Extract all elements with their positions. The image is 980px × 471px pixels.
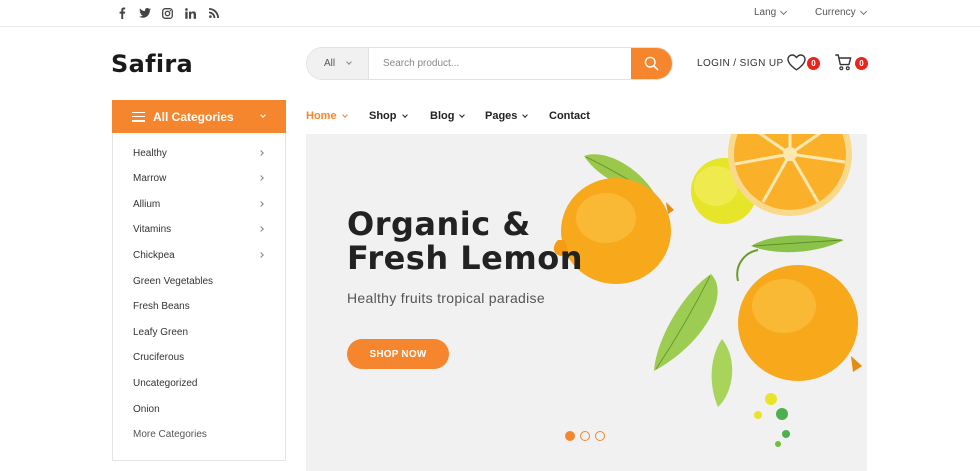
categories-title: All Categories <box>153 109 234 124</box>
site-logo[interactable]: Safira <box>111 50 193 78</box>
wishlist-button[interactable]: 0 <box>787 54 820 76</box>
chevron-right-icon <box>258 201 264 207</box>
currency-dropdown[interactable]: Currency <box>815 7 867 18</box>
nav-blog-label: Blog <box>430 110 455 122</box>
slider-dot[interactable] <box>565 431 575 441</box>
chevron-down-icon <box>341 111 348 118</box>
chevron-right-icon <box>258 226 264 232</box>
cart-count-badge: 0 <box>855 57 868 70</box>
slider-dot[interactable] <box>595 431 605 441</box>
hero-title-line-2: Fresh Lemon <box>347 239 583 277</box>
chevron-down-icon <box>459 111 466 118</box>
top-bar: Lang Currency <box>0 0 980 27</box>
chevron-down-icon <box>859 7 867 15</box>
nav-contact[interactable]: Contact <box>549 110 590 122</box>
category-item[interactable]: Healthy <box>133 148 167 159</box>
nav-blog[interactable]: Blog <box>430 110 466 122</box>
chevron-down-icon <box>780 7 788 15</box>
category-item[interactable]: Uncategorized <box>133 378 197 389</box>
slider-dot[interactable] <box>580 431 590 441</box>
social-links <box>110 6 225 20</box>
nav-pages-label: Pages <box>485 110 518 122</box>
hero-subtitle: Healthy fruits tropical paradise <box>347 290 545 306</box>
instagram-icon[interactable] <box>156 6 179 20</box>
nav-home[interactable]: Home <box>306 110 348 122</box>
chevron-down-icon <box>346 59 352 65</box>
login-signup-link[interactable]: LOGIN / SIGN UP <box>697 58 784 69</box>
more-categories-link[interactable]: More Categories <box>133 429 207 440</box>
category-list: Healthy Marrow Allium Vitamins Chickpea … <box>112 133 286 461</box>
category-item[interactable]: Fresh Beans <box>133 301 190 312</box>
wishlist-count-badge: 0 <box>807 57 820 70</box>
search-bar: All <box>306 47 673 80</box>
cart-button[interactable]: 0 <box>835 54 868 76</box>
hero-slider: Organic & Fresh Lemon Healthy fruits tro… <box>306 134 867 471</box>
rss-icon[interactable] <box>202 6 225 20</box>
category-item[interactable]: Chickpea <box>133 250 175 261</box>
search-category-value: All <box>324 58 336 69</box>
heart-icon <box>787 54 806 71</box>
search-category-select[interactable]: All <box>307 48 369 79</box>
category-item[interactable]: Vitamins <box>133 224 171 235</box>
cart-icon <box>835 54 852 71</box>
twitter-icon[interactable] <box>133 6 156 20</box>
menu-icon <box>132 111 145 122</box>
slider-pagination <box>565 431 605 441</box>
category-item[interactable]: Cruciferous <box>133 352 184 363</box>
lang-dropdown[interactable]: Lang <box>754 7 788 18</box>
linkedin-icon[interactable] <box>179 6 202 20</box>
all-categories-toggle[interactable]: All Categories <box>112 100 286 133</box>
category-item[interactable]: Marrow <box>133 173 166 184</box>
currency-label: Currency <box>815 7 856 18</box>
chevron-right-icon <box>258 175 264 181</box>
hero-title: Organic & Fresh Lemon <box>347 207 583 275</box>
nav-contact-label: Contact <box>549 110 590 122</box>
nav-home-label: Home <box>306 110 337 122</box>
chevron-right-icon <box>258 252 264 258</box>
chevron-down-icon <box>522 111 529 118</box>
nav-pages[interactable]: Pages <box>485 110 529 122</box>
search-button[interactable] <box>631 48 672 79</box>
chevron-down-icon <box>401 111 408 118</box>
category-item[interactable]: Allium <box>133 199 160 210</box>
shop-now-button[interactable]: SHOP NOW <box>347 339 449 369</box>
category-item[interactable]: Green Vegetables <box>133 276 213 287</box>
search-icon <box>644 56 659 71</box>
nav-shop[interactable]: Shop <box>369 110 408 122</box>
category-item[interactable]: Onion <box>133 404 160 415</box>
chevron-down-icon <box>260 112 266 118</box>
nav-shop-label: Shop <box>369 110 397 122</box>
hero-title-line-1: Organic & <box>347 205 531 243</box>
chevron-right-icon <box>258 150 264 156</box>
search-input[interactable] <box>369 48 631 79</box>
lang-label: Lang <box>754 7 777 18</box>
category-item[interactable]: Leafy Green <box>133 327 188 338</box>
facebook-icon[interactable] <box>110 6 133 20</box>
